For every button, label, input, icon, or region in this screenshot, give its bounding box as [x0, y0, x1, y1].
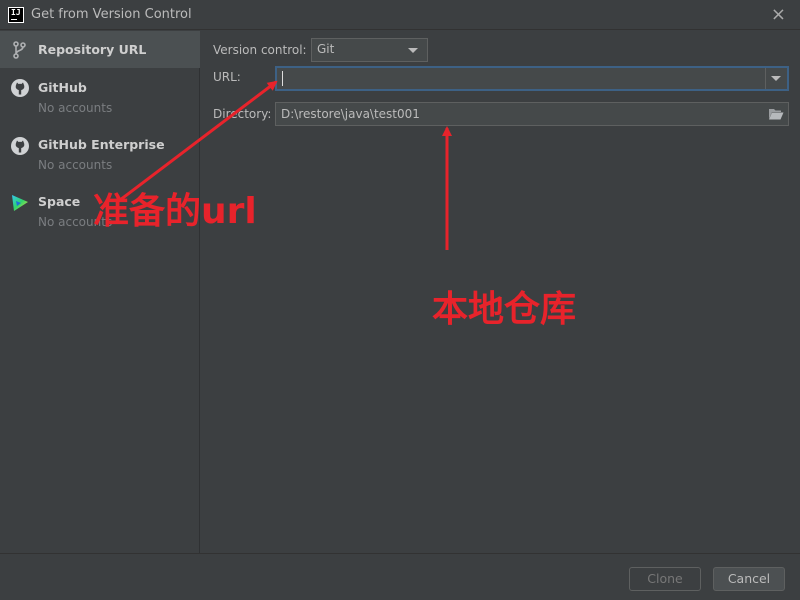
url-label: URL:: [213, 70, 241, 84]
chevron-down-icon: [408, 48, 418, 53]
directory-input[interactable]: [276, 103, 764, 125]
cancel-button[interactable]: Cancel: [713, 567, 785, 591]
version-control-value: Git: [317, 42, 335, 56]
sidebar-item-label: GitHub Enterprise: [38, 137, 165, 152]
sidebar: Repository URL GitHub No accounts GitHub…: [0, 31, 200, 553]
window-title: Get from Version Control: [31, 7, 192, 22]
chevron-down-icon: [771, 76, 781, 81]
github-icon: [11, 137, 29, 155]
version-control-select[interactable]: Git: [311, 38, 428, 62]
url-history-dropdown[interactable]: [765, 68, 787, 89]
space-icon: [12, 195, 28, 211]
version-control-label: Version control:: [213, 43, 307, 57]
clone-button[interactable]: Clone: [629, 567, 701, 591]
url-input[interactable]: [277, 68, 765, 89]
title-bar: IJ Get from Version Control ×: [0, 0, 800, 30]
sidebar-item-status: No accounts: [38, 215, 113, 229]
sidebar-item-github-enterprise[interactable]: GitHub Enterprise No accounts: [0, 126, 200, 182]
sidebar-item-label: Space: [38, 194, 81, 209]
sidebar-item-label: GitHub: [38, 80, 87, 95]
dialog-footer: Clone Cancel: [0, 553, 800, 600]
sidebar-item-space[interactable]: Space No accounts: [0, 183, 200, 239]
close-icon[interactable]: ×: [771, 4, 786, 25]
folder-open-icon[interactable]: [768, 107, 784, 121]
sidebar-item-label: Repository URL: [38, 42, 147, 57]
sidebar-item-status: No accounts: [38, 158, 113, 172]
text-caret: [282, 71, 283, 86]
directory-label: Directory:: [213, 107, 272, 121]
main-panel: Version control: Git URL: Directory:: [201, 31, 800, 553]
sidebar-item-status: No accounts: [38, 101, 113, 115]
github-icon: [11, 79, 29, 97]
sidebar-item-github[interactable]: GitHub No accounts: [0, 68, 200, 124]
branch-icon: [13, 41, 26, 59]
url-combo: [275, 66, 789, 91]
sidebar-item-repository-url[interactable]: Repository URL: [0, 31, 200, 68]
intellij-logo-icon: IJ: [8, 7, 24, 23]
directory-field: [275, 102, 789, 126]
